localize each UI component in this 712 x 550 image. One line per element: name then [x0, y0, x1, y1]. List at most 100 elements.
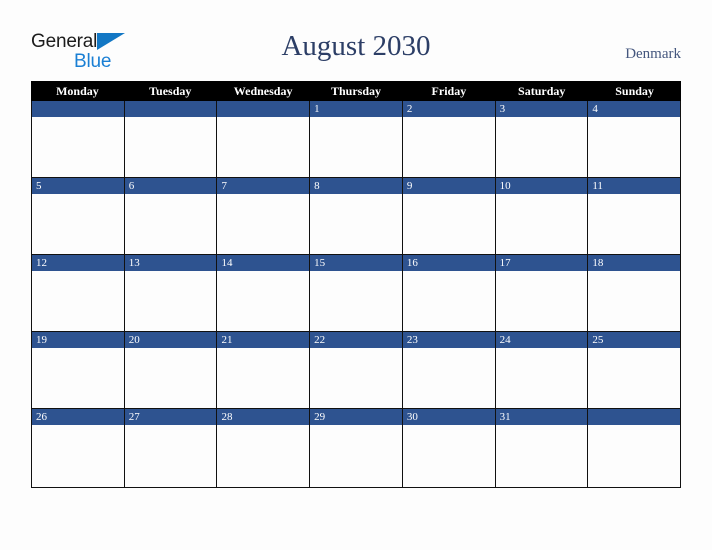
day-cell[interactable]: 8: [310, 178, 403, 255]
day-cell[interactable]: 2: [402, 101, 496, 178]
day-number: 14: [221, 257, 233, 269]
day-events-area[interactable]: [495, 271, 588, 331]
day-events-area[interactable]: [310, 425, 402, 487]
day-events-area[interactable]: [588, 117, 681, 177]
day-events-area[interactable]: [402, 194, 495, 254]
day-cell[interactable]: 29: [310, 409, 403, 487]
day-number-bar: 31: [495, 409, 588, 425]
day-cell[interactable]: 25: [588, 332, 681, 409]
day-events-area[interactable]: [217, 117, 310, 177]
day-events-area[interactable]: [402, 425, 495, 487]
day-cell[interactable]: [32, 101, 125, 178]
day-cell[interactable]: 14: [217, 255, 311, 332]
day-cell[interactable]: [588, 409, 681, 487]
day-cell[interactable]: [124, 101, 218, 178]
day-cell[interactable]: 13: [124, 255, 218, 332]
day-events-area[interactable]: [32, 425, 124, 487]
day-events-area[interactable]: [310, 271, 402, 331]
day-number: 24: [499, 334, 511, 346]
day-cell[interactable]: 12: [32, 255, 125, 332]
day-cell[interactable]: 7: [217, 178, 311, 255]
day-number-bar: 24: [495, 332, 588, 348]
day-cell[interactable]: 4: [588, 101, 681, 178]
week-row: 26 27 28 29 30 31: [32, 409, 681, 487]
day-cell[interactable]: 18: [588, 255, 681, 332]
day-number: 29: [314, 411, 326, 423]
week-row: 1 2 3 4: [32, 101, 681, 178]
day-cell[interactable]: 26: [32, 409, 125, 487]
day-events-area[interactable]: [402, 271, 495, 331]
week-row: 19 20 21 22 23 24 25: [32, 332, 681, 409]
day-events-area[interactable]: [217, 194, 310, 254]
day-number-bar: 2: [402, 101, 495, 117]
day-events-area[interactable]: [124, 117, 217, 177]
weekday-header-row: Monday Tuesday Wednesday Thursday Friday…: [31, 81, 681, 101]
day-cell[interactable]: 16: [402, 255, 496, 332]
day-number-bar: 21: [217, 332, 310, 348]
day-cell[interactable]: 5: [32, 178, 125, 255]
day-cell[interactable]: 23: [402, 332, 496, 409]
day-events-area[interactable]: [310, 194, 402, 254]
day-number-bar: 28: [217, 409, 310, 425]
day-events-area[interactable]: [124, 271, 217, 331]
day-cell[interactable]: 20: [124, 332, 218, 409]
day-events-area[interactable]: [124, 194, 217, 254]
day-number-bar: 8: [310, 178, 402, 194]
day-number: 27: [128, 411, 140, 423]
day-events-area[interactable]: [588, 425, 681, 487]
day-cell[interactable]: 17: [495, 255, 589, 332]
day-cell[interactable]: 3: [495, 101, 589, 178]
day-cell[interactable]: 28: [217, 409, 311, 487]
day-cell[interactable]: 15: [310, 255, 403, 332]
day-number-bar: 9: [402, 178, 495, 194]
day-number: 18: [592, 257, 604, 269]
day-events-area[interactable]: [402, 117, 495, 177]
day-events-area[interactable]: [217, 348, 310, 408]
day-cell[interactable]: 24: [495, 332, 589, 409]
day-events-area[interactable]: [402, 348, 495, 408]
day-cell[interactable]: 11: [588, 178, 681, 255]
day-events-area[interactable]: [310, 117, 402, 177]
day-cell[interactable]: 21: [217, 332, 311, 409]
day-cell[interactable]: 22: [310, 332, 403, 409]
day-cell[interactable]: 31: [495, 409, 589, 487]
day-number: 23: [406, 334, 418, 346]
day-events-area[interactable]: [32, 348, 124, 408]
day-cell[interactable]: 30: [402, 409, 496, 487]
day-events-area[interactable]: [588, 271, 681, 331]
day-number-bar: 16: [402, 255, 495, 271]
day-number: 17: [499, 257, 511, 269]
day-cell[interactable]: 27: [124, 409, 218, 487]
day-number-bar: [217, 101, 310, 117]
day-events-area[interactable]: [217, 271, 310, 331]
day-number: 22: [314, 334, 326, 346]
day-cell[interactable]: [217, 101, 311, 178]
day-events-area[interactable]: [32, 117, 124, 177]
day-number-bar: 26: [32, 409, 124, 425]
day-number-bar: 5: [32, 178, 124, 194]
day-cell[interactable]: 19: [32, 332, 125, 409]
day-events-area[interactable]: [124, 348, 217, 408]
day-number-bar: 30: [402, 409, 495, 425]
day-events-area[interactable]: [32, 271, 124, 331]
country-label: Denmark: [625, 46, 681, 62]
day-events-area[interactable]: [588, 348, 681, 408]
day-events-area[interactable]: [124, 425, 217, 487]
day-events-area[interactable]: [495, 194, 588, 254]
day-events-area[interactable]: [495, 425, 588, 487]
day-number-bar: 22: [310, 332, 402, 348]
day-cell[interactable]: 1: [310, 101, 403, 178]
day-events-area[interactable]: [588, 194, 681, 254]
day-events-area[interactable]: [32, 194, 124, 254]
day-events-area[interactable]: [310, 348, 402, 408]
day-cell[interactable]: 10: [495, 178, 589, 255]
day-number: 8: [314, 180, 320, 192]
day-number: 7: [221, 180, 227, 192]
day-events-area[interactable]: [495, 117, 588, 177]
day-events-area[interactable]: [495, 348, 588, 408]
day-cell[interactable]: 9: [402, 178, 496, 255]
day-events-area[interactable]: [217, 425, 310, 487]
day-cell[interactable]: 6: [124, 178, 218, 255]
day-number-bar: 4: [588, 101, 681, 117]
weekday-header-friday: Friday: [431, 84, 467, 98]
